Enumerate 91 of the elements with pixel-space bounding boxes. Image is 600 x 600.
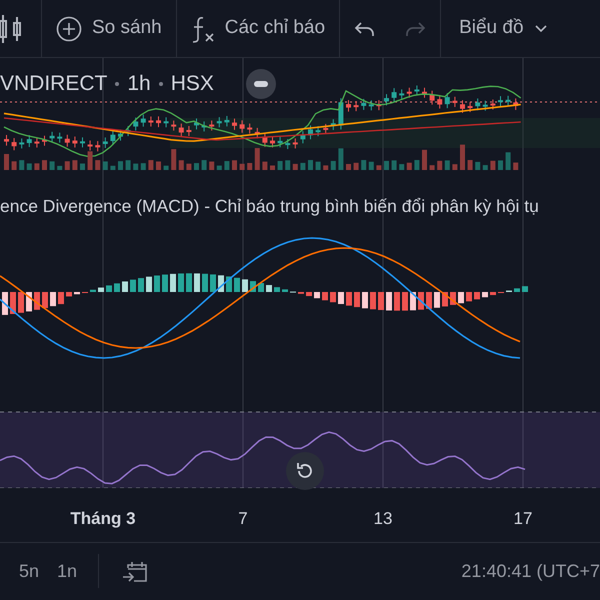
range-button[interactable]: 5n [10, 558, 48, 584]
candle [209, 120, 214, 132]
interval-label: 1h [127, 71, 151, 97]
axis-label: 13 [374, 508, 392, 530]
candle [506, 95, 511, 106]
candle [376, 100, 382, 111]
candle [414, 84, 420, 96]
candle [110, 130, 116, 146]
candle [338, 98, 344, 130]
collapse-legend-button[interactable] [246, 68, 276, 99]
candle [12, 138, 17, 151]
candle [361, 98, 366, 110]
candle [316, 126, 321, 137]
candle [57, 132, 62, 144]
candle [270, 136, 275, 148]
candle [490, 99, 496, 110]
candle [133, 117, 138, 132]
candle [498, 96, 503, 107]
candle [224, 115, 230, 127]
candle [300, 130, 306, 144]
candle [26, 134, 32, 148]
candle [392, 88, 397, 102]
function-icon [190, 14, 215, 42]
candle [285, 138, 290, 150]
candle [292, 138, 298, 149]
candle [406, 87, 412, 98]
candle [278, 136, 283, 148]
candle [95, 140, 100, 152]
candle [437, 94, 442, 110]
candle [262, 132, 268, 148]
candle [80, 136, 85, 148]
candle [171, 120, 176, 132]
candlestick-icon[interactable] [0, 12, 22, 44]
candle [468, 102, 473, 113]
candle [513, 98, 518, 110]
reset-chart-button[interactable] [286, 452, 324, 490]
candle [194, 118, 199, 130]
candle [34, 137, 40, 148]
separator-dot [158, 82, 163, 86]
candle [430, 90, 435, 106]
candle [452, 96, 458, 108]
candle [399, 88, 404, 100]
separator-dot [115, 82, 120, 86]
candle [384, 94, 389, 106]
reset-icon [295, 461, 315, 481]
candle [164, 116, 169, 128]
candle [140, 114, 146, 128]
candle [64, 134, 70, 148]
candle [148, 116, 154, 128]
candle [156, 116, 161, 128]
candle [186, 126, 192, 137]
candle [422, 87, 427, 98]
candle [126, 126, 131, 137]
axis-label: 17 [514, 508, 532, 530]
axis-label: 7 [238, 508, 248, 530]
candle [50, 131, 55, 143]
candle [475, 98, 480, 111]
plus-circle-icon [56, 16, 82, 42]
candle [88, 140, 93, 151]
candle [72, 136, 78, 148]
candle [323, 123, 328, 134]
candle [202, 120, 207, 132]
exchange-label: HSX [170, 71, 214, 97]
candle [19, 138, 24, 149]
candle [102, 136, 108, 148]
candle [346, 100, 351, 112]
candle [444, 92, 450, 109]
minus-icon [254, 80, 268, 87]
candle [232, 118, 237, 130]
compare-button[interactable]: So sánh [42, 0, 176, 57]
candle [308, 124, 313, 140]
candle [247, 123, 252, 134]
candle [354, 100, 359, 112]
clock-label: 21:40:41 (UTC+7 [461, 560, 600, 583]
candle [368, 100, 374, 111]
candle [216, 116, 222, 128]
candle [330, 118, 336, 130]
candle [482, 100, 488, 112]
chart-layout-dropdown[interactable]: Biểu đồ [441, 0, 562, 57]
caret-icon [534, 24, 548, 33]
candle [4, 134, 9, 146]
indicator-title: ence Divergence (MACD) - Chỉ báo trung bình biến đổi phân kỳ hội tụ [0, 195, 539, 218]
candle [240, 120, 245, 134]
range-button[interactable]: 1n [48, 558, 86, 584]
candle [178, 123, 184, 138]
symbol-name: VNDIRECT [0, 71, 108, 97]
axis-label: Tháng 3 [70, 508, 136, 530]
indicators-button[interactable]: Các chỉ báo [176, 0, 340, 57]
candle [254, 127, 260, 139]
candle [460, 100, 465, 114]
candle [42, 135, 47, 146]
